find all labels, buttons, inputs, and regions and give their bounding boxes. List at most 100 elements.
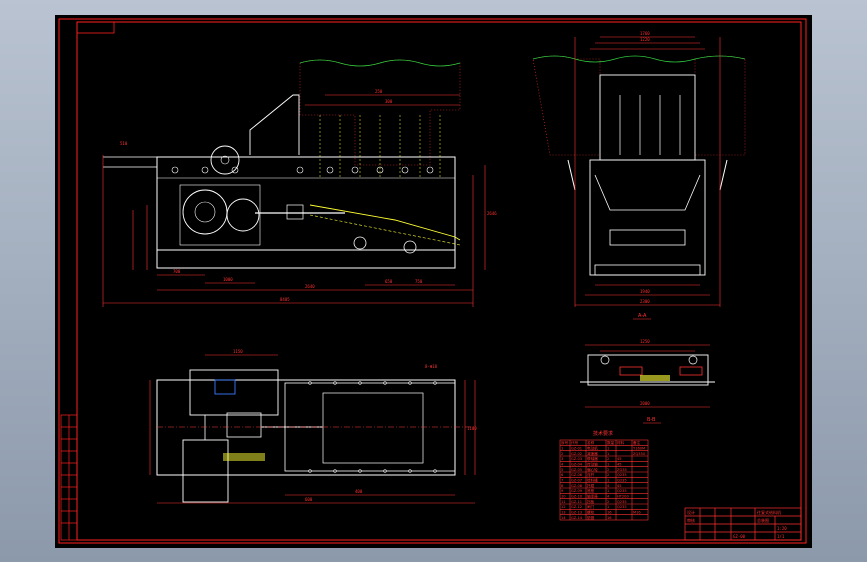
table-caption: 技术要求 bbox=[593, 430, 613, 437]
parts-table-cell: 2 bbox=[607, 457, 609, 461]
parts-table-cell: 13 bbox=[561, 510, 566, 514]
material-pile-left bbox=[532, 55, 601, 156]
section-b-label: B-B bbox=[647, 417, 656, 423]
left-margin-table bbox=[60, 414, 78, 541]
parts-table-cell: HT200 bbox=[617, 494, 629, 498]
parts-table-cell: GZ-05 bbox=[571, 468, 582, 472]
title-designer: 设计 bbox=[687, 509, 695, 515]
title-drawing-no: GZ-00 bbox=[733, 534, 746, 539]
parts-table-cell: Q235 bbox=[617, 478, 627, 482]
parts-table-cell: 挡板 bbox=[587, 499, 595, 504]
parts-table-cell: 1 bbox=[607, 505, 609, 509]
parts-table-cell: 序号 bbox=[561, 440, 569, 445]
material-wave-front bbox=[299, 59, 461, 67]
side-dim-3: 1940 bbox=[640, 289, 650, 294]
parts-table-cell: 45 bbox=[617, 457, 622, 461]
dim-e: 750 bbox=[415, 279, 423, 284]
parts-table-cell: GZ-02 bbox=[571, 452, 582, 456]
plan-view: 1150 1100 400 600 8-Φ18 bbox=[149, 349, 477, 504]
parts-table-cell: 1 bbox=[607, 446, 609, 450]
parts-table-cell: 12 bbox=[561, 505, 566, 509]
side-dim-2: 1220 bbox=[640, 37, 650, 42]
parts-table-cell: ZG35 bbox=[617, 468, 627, 472]
parts-table-cell: 4 bbox=[561, 462, 564, 466]
parts-table-cell: 11 bbox=[561, 500, 566, 504]
parts-table-cell: 2 bbox=[607, 473, 609, 477]
parts-table-cell: 轴承座 bbox=[587, 493, 598, 498]
plan-dim-1: 1150 bbox=[233, 349, 243, 354]
dim-overall-length: 8485 bbox=[280, 297, 290, 302]
parts-table-cell: GZ-06 bbox=[571, 473, 583, 477]
dim-height: 2646 bbox=[487, 211, 497, 216]
parts-table-cell: 45 bbox=[617, 462, 622, 466]
title-sheet: 1/1 bbox=[777, 534, 785, 539]
reducer-gear bbox=[182, 189, 228, 235]
dim-c: 510 bbox=[120, 141, 128, 146]
parts-table-cell: 给料槽 bbox=[587, 477, 598, 482]
plan-dim-3: 400 bbox=[355, 489, 363, 494]
front-elevation: 8485 2640 2646 700 1000 510 650 750 250 … bbox=[102, 59, 497, 307]
parts-table-cell: 4 bbox=[607, 494, 610, 498]
parts-table-cell: GZ-07 bbox=[571, 478, 582, 482]
parts-table-cell: 3 bbox=[561, 457, 563, 461]
parts-table-cell: GZ-03 bbox=[571, 457, 582, 461]
drawing-sheet: 8485 2640 2646 700 1000 510 650 750 250 … bbox=[55, 15, 812, 548]
parts-table-cell: 1 bbox=[561, 446, 563, 450]
parts-table-cell: 底座 bbox=[587, 488, 595, 493]
parts-table-cell: 数量 bbox=[607, 440, 615, 445]
b-dim-bottom: 2000 bbox=[640, 401, 650, 406]
side-dim-bottom: 2300 bbox=[640, 299, 650, 304]
parts-table-cell: 2 bbox=[561, 452, 563, 456]
parts-table-cell: Q235 bbox=[617, 505, 627, 509]
corner-box bbox=[76, 21, 115, 34]
side-frame bbox=[589, 159, 706, 276]
parts-table-cell: 10 bbox=[561, 494, 566, 498]
parts-table-cell: M16 bbox=[633, 510, 641, 514]
parts-table-cell: 连杆 bbox=[587, 472, 595, 477]
dim-b: 1000 bbox=[223, 277, 233, 282]
parts-table-cell: GZ-01 bbox=[571, 446, 582, 450]
parts-table-cell: GZ-14 bbox=[571, 516, 583, 520]
parts-table-cell: GZ-13 bbox=[571, 510, 582, 514]
parts-table-cell: 5 bbox=[561, 468, 563, 472]
outer-border bbox=[58, 18, 807, 544]
dim-f: 250 bbox=[375, 89, 383, 94]
parts-table-cell: 2 bbox=[607, 468, 609, 472]
parts-table-cell: 14 bbox=[561, 516, 566, 520]
cad-drawing: 8485 2640 2646 700 1000 510 650 750 250 … bbox=[58, 18, 807, 544]
parts-table-cell: GZ-08 bbox=[571, 484, 583, 488]
parts-table-cell: 1 bbox=[607, 452, 609, 456]
parts-table-cell: GZ-04 bbox=[571, 462, 583, 466]
parts-table-cell: 联轴器 bbox=[587, 456, 598, 461]
dim-d: 650 bbox=[385, 279, 393, 284]
parts-table-cell: 7 bbox=[561, 478, 563, 482]
flywheel bbox=[210, 145, 240, 175]
parts-table-cell: 1 bbox=[607, 489, 609, 493]
parts-table-cell: 16 bbox=[607, 516, 612, 520]
parts-table-cell: 减速器 bbox=[587, 451, 598, 456]
parts-table-cell: GZ-09 bbox=[571, 489, 583, 493]
parts-table-cell: 1 bbox=[607, 462, 609, 466]
parts-table-cell: ZQ350 bbox=[633, 452, 646, 456]
side-hopper bbox=[599, 74, 696, 161]
parts-table-cell: 名称 bbox=[587, 440, 595, 445]
parts-table-cell: Q235 bbox=[617, 489, 627, 493]
feed-trough bbox=[309, 204, 461, 241]
parts-table-cell: GZ-10 bbox=[571, 494, 583, 498]
section-a-label: A-A bbox=[638, 313, 647, 319]
plan-motor bbox=[182, 439, 229, 503]
title-checker: 审核 bbox=[687, 517, 695, 523]
parts-table-cell: 45 bbox=[617, 484, 622, 488]
section-b: 1250 2000 B-B bbox=[580, 339, 715, 424]
hopper-plate bbox=[249, 94, 300, 155]
plan-dim-4: 600 bbox=[305, 497, 313, 502]
side-view: 1760 1220 2300 1940 A-A bbox=[532, 31, 746, 320]
plan-reducer bbox=[189, 369, 279, 416]
coupling-gear bbox=[226, 198, 260, 232]
side-dim-top: 1760 bbox=[640, 31, 650, 36]
parts-table-cell: 4 bbox=[607, 484, 610, 488]
parts-table-cell: Y160M bbox=[633, 446, 645, 450]
b-dim-top: 1250 bbox=[640, 339, 650, 344]
parts-table-cell: 6 bbox=[561, 473, 564, 477]
parts-table-cell: 垫圈 bbox=[587, 515, 595, 520]
